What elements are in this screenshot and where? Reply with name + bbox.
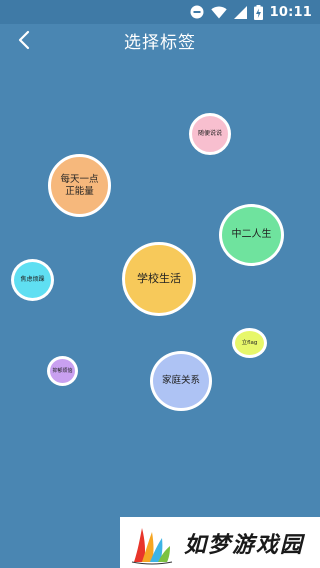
tag-label: 中二人生	[231, 228, 272, 240]
signal-icon	[233, 5, 247, 19]
tag-bubble-jiaolv[interactable]: 焦虑烦躁	[11, 259, 54, 301]
tag-bubble-yiyu[interactable]: 抑郁烦恼	[47, 356, 78, 386]
status-icons: 10:11	[190, 3, 312, 21]
tag-bubble-jiatingguanxi[interactable]: 家庭关系	[150, 351, 212, 411]
wifi-icon	[210, 5, 227, 19]
tag-bubble-xuexiaoshenghuo[interactable]: 学校生活	[122, 242, 196, 316]
tag-label: 随便说说	[197, 130, 222, 138]
tag-label: 学校生活	[137, 272, 181, 286]
title-bar: 选择标签	[0, 24, 320, 56]
battery-charging-icon	[253, 4, 263, 20]
tag-label: 抑郁烦恼	[52, 367, 73, 374]
tag-bubble-zhengnengliang[interactable]: 每天一点 正能量	[48, 154, 111, 217]
watermark-logo-icon	[131, 527, 173, 564]
tag-label: 焦虑烦躁	[20, 276, 45, 284]
watermark-text: 如梦游戏园	[184, 531, 305, 558]
status-bar: 10:11	[0, 0, 320, 24]
do-not-disturb-icon	[190, 5, 204, 19]
tag-label: 立flag	[241, 339, 258, 346]
tag-label: 每天一点 正能量	[60, 173, 99, 197]
tag-label: 家庭关系	[161, 375, 200, 387]
tag-bubble-suibian[interactable]: 随便说说	[189, 113, 231, 155]
page-title: 选择标签	[124, 33, 196, 53]
status-time: 10:11	[269, 4, 312, 20]
watermark: 如梦游戏园	[120, 517, 320, 568]
tag-bubble-zhongerrensheng[interactable]: 中二人生	[219, 204, 284, 266]
tag-bubble-liflag[interactable]: 立flag	[232, 328, 267, 358]
